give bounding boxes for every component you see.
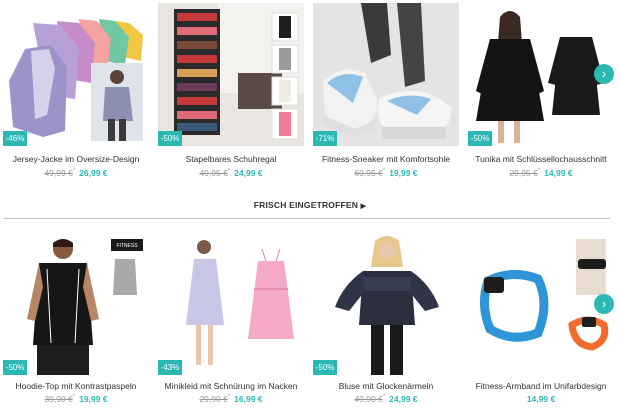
product-image[interactable]	[468, 233, 614, 375]
price-asterisk: *	[382, 168, 386, 175]
sale-price: 24,99 €	[234, 168, 263, 178]
product-image[interactable]: -43%	[158, 233, 304, 375]
old-price: 49,99 €	[44, 168, 73, 178]
discount-badge: -50%	[158, 131, 182, 146]
product-row-bottom: FITNESS -50% Hoodie-Top mit Kontrastpasp…	[0, 230, 620, 416]
product-image[interactable]: -71%	[313, 3, 459, 146]
price-asterisk: *	[227, 168, 231, 175]
price-line: 49,99 €* 26,99 €	[3, 168, 149, 178]
product-title[interactable]: Minikleid mit Schnürung im Nacken	[158, 381, 304, 391]
product-title[interactable]: Fitness-Armband im Unifarbdesign	[468, 381, 614, 391]
price-line: 49,90 €* 24,99 €	[313, 394, 459, 404]
product-title[interactable]: Bluse mit Glockenärmeln	[313, 381, 459, 391]
discount-badge: -50%	[313, 360, 337, 375]
price-line: 29,95 €* 14,99 €	[468, 168, 614, 178]
old-price: 39,90 €	[44, 394, 73, 404]
sale-price: 16,99 €	[234, 394, 263, 404]
sale-price: 26,99 €	[79, 168, 108, 178]
play-arrow-icon: ▶	[360, 203, 367, 210]
sale-price: 24,99 €	[389, 394, 418, 404]
product-title[interactable]: Tunika mit Schlüssellochausschnitt	[468, 154, 614, 164]
discount-badge: -71%	[313, 131, 337, 146]
discount-badge: -43%	[158, 360, 182, 375]
product-image[interactable]: FITNESS -50%	[3, 233, 149, 375]
divider	[4, 218, 610, 219]
section-title-link[interactable]: FRISCH EINGETROFFEN ▶	[0, 200, 620, 210]
product-row-top: -46% Jersey-Jacke im Oversize-Design 49,…	[0, 0, 620, 182]
sale-price: 19,99 €	[79, 394, 108, 404]
product-image[interactable]: -50%	[313, 233, 459, 375]
product-title[interactable]: Stapelbares Schuhregal	[158, 154, 304, 164]
chevron-right-icon: ›	[601, 296, 607, 311]
section-header: FRISCH EINGETROFFEN ▶	[0, 196, 620, 220]
section-title: FRISCH EINGETROFFEN	[253, 200, 359, 210]
price-asterisk: *	[537, 168, 541, 175]
carousel-next-button[interactable]: ›	[594, 294, 614, 314]
discount-badge: -50%	[3, 360, 27, 375]
price-line: 69,95 €* 19,99 €	[313, 168, 459, 178]
old-price: 49,95 €	[199, 168, 228, 178]
price-asterisk: *	[72, 168, 76, 175]
old-price: 29,90 €	[199, 394, 228, 404]
old-price: 69,95 €	[354, 168, 383, 178]
sale-price: 14,99 €	[544, 168, 573, 178]
product-title[interactable]: Hoodie-Top mit Kontrastpaspeln	[3, 381, 149, 391]
price-asterisk: *	[227, 394, 231, 401]
price-line: 39,90 €* 19,99 €	[3, 394, 149, 404]
price-asterisk: *	[382, 394, 386, 401]
carousel-next-button[interactable]: ›	[594, 64, 614, 84]
product-title[interactable]: Jersey-Jacke im Oversize-Design	[3, 154, 149, 164]
product-image[interactable]: -46%	[3, 3, 149, 146]
chevron-right-icon: ›	[601, 66, 607, 81]
price-line: 29,90 €* 16,99 €	[158, 394, 304, 404]
price-line: 14,99 €	[468, 394, 614, 404]
price-line: 49,95 €* 24,99 €	[158, 168, 304, 178]
sale-price: 19,99 €	[389, 168, 418, 178]
product-title[interactable]: Fitness-Sneaker mit Komfortsohle	[313, 154, 459, 164]
product-image[interactable]: -50%	[468, 3, 614, 146]
old-price: 29,95 €	[509, 168, 538, 178]
sale-price: 14,99 €	[526, 394, 556, 404]
discount-badge: -46%	[3, 131, 27, 146]
price-asterisk: *	[72, 394, 76, 401]
brand-logo: FITNESS	[116, 243, 138, 249]
old-price: 49,90 €	[354, 394, 383, 404]
product-image[interactable]: -50%	[158, 3, 304, 146]
discount-badge: -50%	[468, 131, 492, 146]
